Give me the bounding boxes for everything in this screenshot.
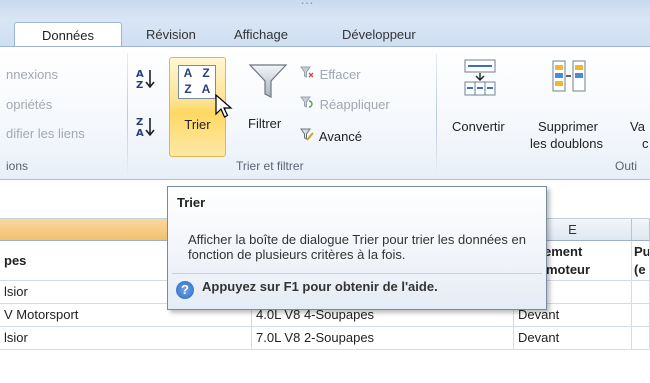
tooltip-help: ? Appuyez sur F1 pour obtenir de l'aide. bbox=[176, 279, 438, 299]
ribbon: nnexions opriétés difier les liens ions … bbox=[0, 46, 650, 180]
filtrer-label: Filtrer bbox=[248, 116, 282, 131]
title-bar: … bbox=[0, 0, 650, 20]
modifier-liens-button[interactable]: difier les liens bbox=[6, 126, 85, 141]
table-cell[interactable] bbox=[632, 327, 650, 350]
sort-icon-letter: A bbox=[183, 66, 193, 80]
clear-filter-icon bbox=[300, 65, 316, 82]
trier-filtrer-group-label: Trier et filtrer bbox=[236, 159, 304, 173]
tooltip-divider bbox=[172, 273, 542, 274]
trier-tooltip: Trier Afficher la boîte de dialogue Trie… bbox=[167, 186, 547, 310]
doublons-label: les doublons bbox=[530, 136, 603, 151]
connexions-group-label: ions bbox=[6, 159, 29, 173]
tooltip-help-text: Appuyez sur F1 pour obtenir de l'aide. bbox=[202, 279, 438, 294]
connexions-button[interactable]: nnexions bbox=[6, 67, 58, 82]
tab-affichage[interactable]: Affichage bbox=[222, 22, 300, 47]
effacer-button[interactable]: Effacer bbox=[300, 65, 361, 82]
header-cell-puissance[interactable]: Pu (e bbox=[632, 241, 650, 281]
outils-group-label: Outi bbox=[615, 159, 638, 173]
table-cell[interactable] bbox=[632, 304, 650, 327]
sort-za-icon: ZA bbox=[135, 115, 161, 142]
convertir-label: Convertir bbox=[452, 119, 505, 134]
mouse-pointer-icon bbox=[215, 93, 233, 123]
help-icon: ? bbox=[176, 281, 194, 299]
window-title: … bbox=[300, 0, 315, 7]
effacer-label: Effacer bbox=[319, 67, 361, 82]
column-header-f[interactable] bbox=[632, 219, 650, 241]
reapply-filter-icon bbox=[300, 95, 316, 112]
table-cell[interactable] bbox=[632, 281, 650, 304]
validation-button-label-2[interactable]: c bbox=[642, 136, 649, 151]
sort-descending-button[interactable]: ZA bbox=[135, 115, 163, 141]
tab-revision[interactable]: Révision bbox=[134, 22, 208, 47]
supprimer-doublons-button[interactable]: Supprimer les doublons bbox=[528, 57, 608, 157]
svg-text:A: A bbox=[136, 128, 144, 139]
supprimer-label: Supprimer bbox=[538, 119, 598, 134]
table-cell[interactable]: lsior bbox=[0, 327, 252, 350]
header-line: Pu bbox=[634, 244, 650, 259]
avance-label: Avancé bbox=[318, 129, 363, 144]
tooltip-body: Afficher la boîte de dialogue Trier pour… bbox=[188, 232, 526, 262]
sort-az-icon: AZ bbox=[135, 67, 161, 94]
svg-text:A: A bbox=[136, 69, 144, 80]
advanced-filter-icon bbox=[300, 127, 316, 144]
table-cell[interactable]: 7.0L V8 2-Soupapes bbox=[252, 327, 514, 350]
sort-icon-letter: A bbox=[201, 82, 211, 96]
text-to-columns-icon bbox=[464, 59, 498, 100]
avance-button[interactable]: Avancé bbox=[300, 127, 362, 144]
filtrer-button[interactable]: Filtrer bbox=[240, 57, 294, 157]
svg-text:Z: Z bbox=[136, 117, 143, 128]
header-line: (e bbox=[634, 262, 646, 277]
proprietes-button[interactable]: opriétés bbox=[6, 97, 52, 112]
group-separator bbox=[127, 53, 128, 175]
table-cell[interactable]: Devant bbox=[514, 327, 632, 350]
sort-ascending-button[interactable]: AZ bbox=[135, 67, 163, 93]
remove-duplicates-icon bbox=[552, 59, 588, 96]
reappliquer-button[interactable]: Réappliquer bbox=[300, 95, 390, 112]
funnel-icon bbox=[248, 61, 288, 104]
column-header-label: E bbox=[568, 222, 577, 237]
sort-icon-letter: Z bbox=[184, 82, 192, 96]
convertir-button[interactable]: Convertir bbox=[448, 57, 518, 157]
tooltip-title: Trier bbox=[177, 195, 206, 210]
ribbon-tabs: Données Révision Affichage Développeur bbox=[0, 20, 650, 47]
group-separator bbox=[436, 53, 437, 175]
sort-icon-letter: Z bbox=[202, 66, 210, 80]
reappliquer-label: Réappliquer bbox=[319, 97, 390, 112]
tab-donnees[interactable]: Données bbox=[14, 22, 122, 47]
sort-dialog-icon: A Z Z A bbox=[178, 65, 216, 99]
validation-button-label[interactable]: Va bbox=[630, 119, 645, 134]
tab-developpeur[interactable]: Développeur bbox=[330, 22, 428, 47]
svg-text:Z: Z bbox=[136, 80, 143, 91]
